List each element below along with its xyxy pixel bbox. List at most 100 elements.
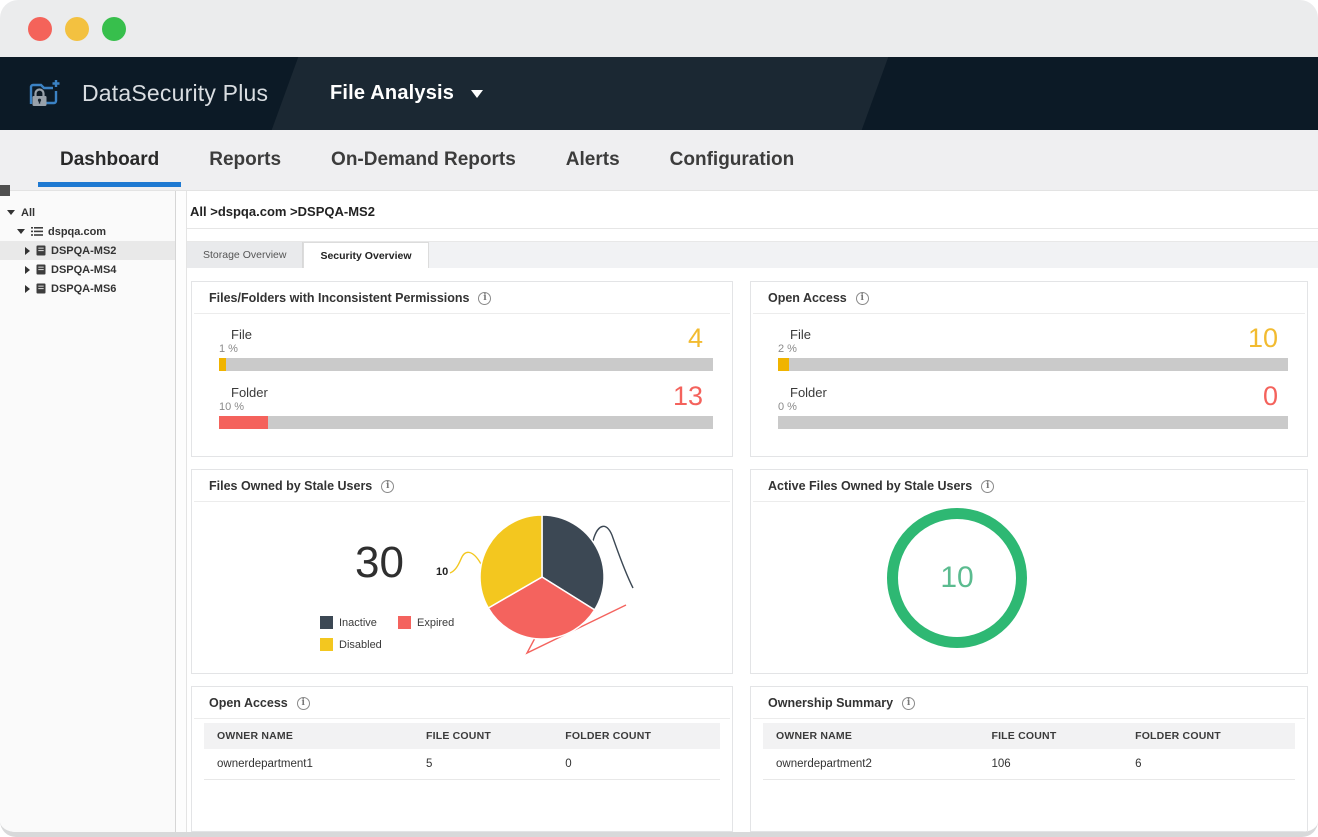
card-inconsistent-permissions: Files/Folders with Inconsistent Permissi…	[191, 281, 733, 457]
stat-percent: 10 %	[219, 401, 268, 413]
card-title: Files/Folders with Inconsistent Permissi…	[209, 291, 469, 305]
stat-folder: Folder 10 % 13	[219, 385, 713, 429]
body: All dspqa.com	[0, 191, 1318, 832]
tree-node-domain[interactable]: dspqa.com	[0, 222, 175, 241]
stat-percent: 2 %	[778, 343, 811, 355]
nav-configuration[interactable]: Configuration	[670, 149, 795, 171]
tab-storage-overview[interactable]: Storage Overview	[187, 242, 303, 268]
card-title: Open Access	[209, 696, 288, 710]
tree-node-all[interactable]: All	[0, 203, 175, 222]
card-open-access-table: Open Access OWNER NAME FILE COUNT FOLDER…	[191, 686, 733, 832]
table-row: ownerdepartment1 5 0	[204, 749, 720, 780]
open-access-table: OWNER NAME FILE COUNT FOLDER COUNT owner…	[204, 723, 720, 780]
active-files-donut-chart: 10	[887, 508, 1027, 648]
panel-resize-handle[interactable]	[0, 185, 10, 196]
info-icon[interactable]	[297, 697, 310, 710]
info-icon[interactable]	[856, 292, 869, 305]
tab-security-overview[interactable]: Security Overview	[303, 242, 428, 268]
close-window-button[interactable]	[28, 17, 52, 41]
donut-value: 10	[940, 561, 973, 595]
sidebar-gutter	[176, 191, 187, 832]
caret-right-icon[interactable]	[25, 266, 30, 274]
progress-bar	[219, 358, 713, 371]
pie-total-value: 30	[355, 538, 404, 588]
legend-item-inactive[interactable]: Inactive	[320, 616, 398, 629]
server-icon	[36, 283, 46, 294]
server-tree-sidebar: All dspqa.com	[0, 191, 176, 832]
legend-label: Expired	[417, 617, 454, 629]
tree-node-label: All	[21, 207, 35, 219]
progress-bar	[778, 358, 1288, 371]
info-icon[interactable]	[981, 480, 994, 493]
caret-right-icon[interactable]	[25, 247, 30, 255]
cell-owner-name: ownerdepartment1	[204, 749, 413, 779]
legend-swatch	[320, 638, 333, 651]
col-folder-count: FOLDER COUNT	[1122, 723, 1295, 749]
stat-value: 4	[688, 325, 703, 352]
col-folder-count: FOLDER COUNT	[552, 723, 720, 749]
stat-label: File	[790, 327, 811, 342]
tree-node-server-selected[interactable]: DSPQA-MS2	[0, 241, 175, 260]
tree-node-label: DSPQA-MS2	[51, 245, 116, 257]
progress-bar-fill	[219, 358, 226, 371]
overview-tabs: Storage Overview Security Overview	[187, 241, 1318, 268]
card-ownership-summary: Ownership Summary OWNER NAME FILE COUNT …	[750, 686, 1308, 832]
stat-percent: 0 %	[778, 401, 827, 413]
server-icon	[36, 245, 46, 256]
info-icon[interactable]	[478, 292, 491, 305]
stat-folder: Folder 0 % 0	[778, 385, 1288, 429]
ownership-summary-table: OWNER NAME FILE COUNT FOLDER COUNT owner…	[763, 723, 1295, 780]
nav-dashboard[interactable]: Dashboard	[60, 149, 159, 171]
legend-swatch	[320, 616, 333, 629]
server-tree: All dspqa.com	[0, 203, 175, 298]
chevron-down-icon	[471, 90, 483, 98]
col-owner-name: OWNER NAME	[204, 723, 413, 749]
table-header-row: OWNER NAME FILE COUNT FOLDER COUNT	[204, 723, 720, 749]
card-title: Open Access	[768, 291, 847, 305]
nav-on-demand-reports[interactable]: On-Demand Reports	[331, 149, 516, 171]
card-active-files-stale-users: Active Files Owned by Stale Users 10	[750, 469, 1308, 674]
stat-value: 0	[1263, 383, 1278, 410]
progress-bar-fill	[778, 358, 789, 371]
stat-label: Folder	[231, 385, 268, 400]
tree-node-label: DSPQA-MS4	[51, 264, 116, 276]
tree-node-server[interactable]: DSPQA-MS4	[0, 260, 175, 279]
cell-owner-name: ownerdepartment2	[763, 749, 978, 779]
caret-right-icon[interactable]	[25, 285, 30, 293]
legend-item-expired[interactable]: Expired	[398, 616, 476, 629]
pie-callout-line-disabled	[450, 552, 481, 573]
cell-folder-count: 6	[1122, 749, 1295, 779]
stat-label: Folder	[790, 385, 827, 400]
cards-grid: Files/Folders with Inconsistent Permissi…	[187, 268, 1318, 832]
tree-node-label: dspqa.com	[48, 226, 106, 238]
cell-file-count: 5	[413, 749, 552, 779]
info-icon[interactable]	[381, 480, 394, 493]
stat-value: 10	[1248, 325, 1278, 352]
legend-label: Disabled	[339, 639, 382, 651]
col-owner-name: OWNER NAME	[763, 723, 978, 749]
stat-value: 13	[673, 383, 703, 410]
legend-swatch	[398, 616, 411, 629]
brand-name: DataSecurity Plus	[82, 80, 268, 107]
minimize-window-button[interactable]	[65, 17, 89, 41]
legend-item-disabled[interactable]: Disabled	[320, 638, 398, 651]
server-icon	[36, 264, 46, 275]
progress-bar-fill	[219, 416, 268, 429]
caret-down-icon[interactable]	[17, 229, 25, 234]
module-switcher[interactable]: File Analysis	[330, 57, 483, 130]
info-icon[interactable]	[902, 697, 915, 710]
cell-folder-count: 0	[552, 749, 720, 779]
domain-icon	[31, 226, 43, 237]
nav-reports[interactable]: Reports	[209, 149, 281, 171]
caret-down-icon[interactable]	[7, 210, 15, 215]
zoom-window-button[interactable]	[102, 17, 126, 41]
progress-bar	[219, 416, 713, 429]
nav-alerts[interactable]: Alerts	[566, 149, 620, 171]
col-file-count: FILE COUNT	[413, 723, 552, 749]
card-title: Files Owned by Stale Users	[209, 479, 372, 493]
progress-bar	[778, 416, 1288, 429]
breadcrumb[interactable]: All >dspqa.com >DSPQA-MS2	[187, 191, 1318, 229]
tree-node-server[interactable]: DSPQA-MS6	[0, 279, 175, 298]
table-header-row: OWNER NAME FILE COUNT FOLDER COUNT	[763, 723, 1295, 749]
col-file-count: FILE COUNT	[978, 723, 1122, 749]
